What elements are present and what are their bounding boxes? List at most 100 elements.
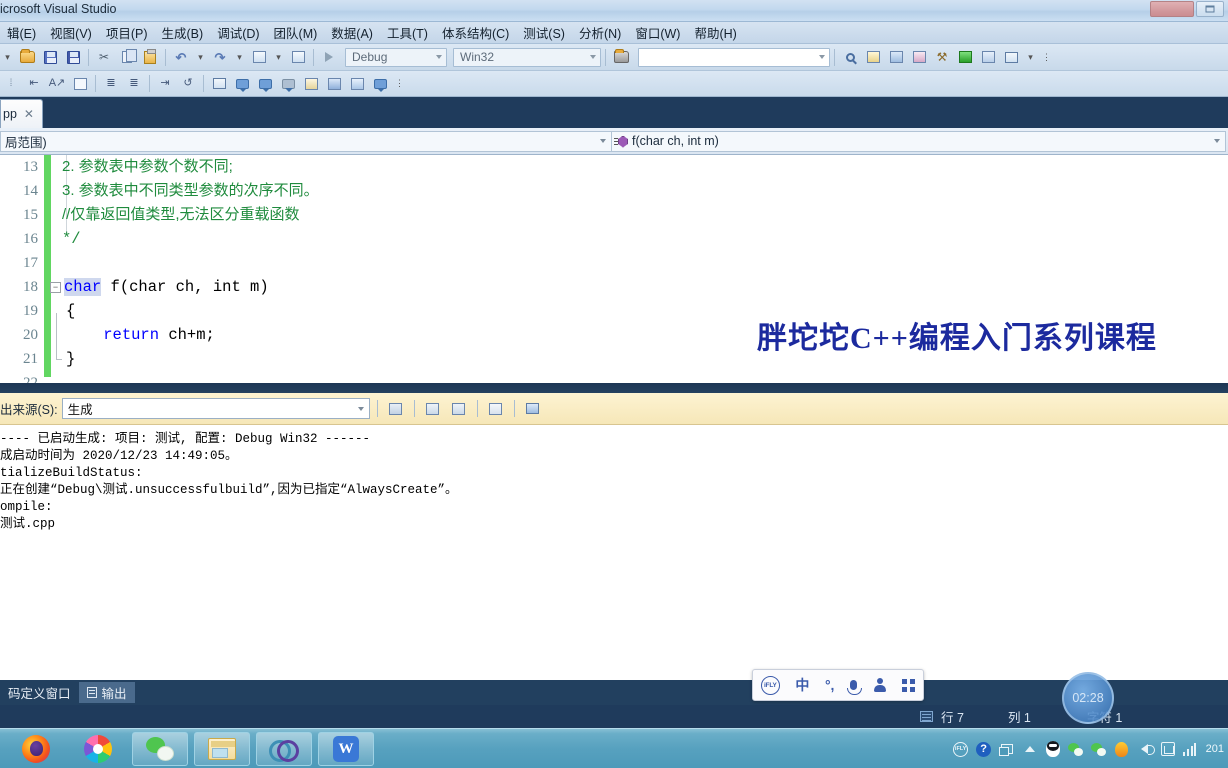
window-controls[interactable] [1150, 1, 1224, 17]
menu-item-build[interactable]: 生成(B) [155, 21, 211, 44]
redo-icon[interactable]: ↷ [209, 47, 231, 68]
copy-icon[interactable] [116, 47, 138, 68]
bookmark-window-icon[interactable] [300, 73, 322, 94]
object-browser-icon[interactable] [885, 47, 907, 68]
cut-icon[interactable]: ✂ [93, 47, 115, 68]
uncomment-selection-icon[interactable]: ≣ [123, 73, 145, 94]
pane-splitter[interactable] [0, 383, 1228, 393]
dock-tab-output[interactable]: 输出 [78, 682, 135, 703]
menu-item-edit[interactable]: 辑(E) [0, 21, 43, 44]
go-to-declaration-icon[interactable] [346, 73, 368, 94]
display-tabs-icon[interactable] [69, 73, 91, 94]
microphone-icon[interactable] [847, 680, 863, 695]
punctuation-mode-icon[interactable]: °, [825, 678, 835, 692]
go-to-definition-icon[interactable] [323, 73, 345, 94]
screen-recorder-timer[interactable]: 02:28 [1062, 672, 1114, 724]
menu-item-test[interactable]: 测试(S) [516, 21, 572, 44]
navigate-dropdown-icon[interactable]: ▾ [271, 47, 286, 68]
clear-bookmarks-icon[interactable] [277, 73, 299, 94]
taskbar-item-wps[interactable]: W [318, 732, 374, 766]
previous-bookmark-icon[interactable] [231, 73, 253, 94]
find-in-files-icon[interactable] [610, 47, 632, 68]
undo-dropdown-icon[interactable]: ▾ [193, 47, 208, 68]
toolbar-overflow-left-icon[interactable]: ▾ [0, 47, 15, 68]
open-file-icon[interactable] [16, 47, 38, 68]
menu-item-architecture[interactable]: 体系结构(C) [435, 21, 516, 44]
toggle-bookmark-icon[interactable] [208, 73, 230, 94]
tray-flame-icon[interactable] [1114, 741, 1130, 757]
ime-floating-toolbar[interactable]: iFLY 中 °, [752, 669, 924, 701]
menu-item-help[interactable]: 帮助(H) [687, 21, 743, 44]
next-bookmark-icon[interactable] [254, 73, 276, 94]
indent-icon[interactable]: ⇥ [154, 73, 176, 94]
text-toolbar-overflow-icon[interactable]: ⋮ [392, 73, 407, 94]
comment-selection-icon[interactable]: ≣ [100, 73, 122, 94]
taskbar-item-visual-studio[interactable] [256, 732, 312, 766]
taskbar-item-firefox[interactable] [8, 732, 64, 766]
restore-button[interactable] [1196, 1, 1224, 17]
tray-wechat-secondary-icon[interactable] [1091, 741, 1107, 757]
font-size-icon[interactable]: A↗ [46, 73, 68, 94]
new-window-icon[interactable] [977, 47, 999, 68]
redo-dropdown-icon[interactable]: ▾ [232, 47, 247, 68]
go-to-next-message-icon[interactable] [448, 398, 470, 419]
paste-icon[interactable] [139, 47, 161, 68]
dock-tab-code-definition[interactable]: 码定义窗口 [0, 682, 79, 703]
tray-signal-icon[interactable] [1183, 741, 1199, 757]
properties-window-icon[interactable] [862, 47, 884, 68]
output-source-combo[interactable]: 生成 [61, 398, 370, 419]
save-all-icon[interactable] [62, 47, 84, 68]
toolbar-overflow-icon[interactable]: ▾ [1023, 47, 1038, 68]
menu-item-data[interactable]: 数据(A) [324, 21, 380, 44]
save-icon[interactable] [39, 47, 61, 68]
tray-volume-icon[interactable] [1137, 741, 1156, 757]
menu-item-debug[interactable]: 调试(D) [210, 21, 266, 44]
output-pane[interactable]: ---- 已启动生成: 项目: 测试, 配置: Debug Win32 ----… [0, 425, 1228, 680]
taskbar-item-explorer[interactable] [194, 732, 250, 766]
ifly-logo-icon[interactable]: iFLY [760, 675, 780, 695]
decrease-indent-icon[interactable]: ⇤ [23, 73, 45, 94]
tray-ifly-icon[interactable]: iFLY [953, 741, 969, 757]
solution-explorer-icon[interactable] [839, 47, 861, 68]
tray-clock[interactable]: 201 [1206, 743, 1224, 755]
menu-item-analyze[interactable]: 分析(N) [572, 21, 628, 44]
document-tab-cpp[interactable]: pp ✕ [0, 99, 43, 128]
extension-manager-icon[interactable] [954, 47, 976, 68]
apps-grid-icon[interactable] [902, 678, 916, 692]
user-icon[interactable] [873, 678, 887, 692]
member-combo[interactable]: f(char ch, int m) [612, 130, 1226, 152]
command-window-icon[interactable] [1000, 47, 1022, 68]
solution-configuration-combo[interactable]: Debug [345, 47, 447, 67]
fold-collapse-icon[interactable]: − [50, 282, 61, 293]
solution-platform-combo[interactable]: Win32 [453, 47, 601, 67]
close-icon[interactable]: ✕ [24, 107, 34, 121]
tray-window-icon[interactable] [998, 741, 1015, 757]
clear-all-icon[interactable] [485, 398, 507, 419]
navigate-forward-icon[interactable] [287, 47, 309, 68]
taskbar-item-wechat[interactable] [132, 732, 188, 766]
menu-item-tools[interactable]: 工具(T) [380, 21, 435, 44]
scope-combo[interactable]: 局范围) [0, 130, 612, 152]
toolbox-icon[interactable] [908, 47, 930, 68]
tray-wechat-icon[interactable] [1068, 741, 1084, 757]
chinese-mode-icon[interactable]: 中 [795, 678, 809, 692]
remove-breakpoint-icon[interactable] [369, 73, 391, 94]
toggle-word-wrap-icon[interactable] [522, 398, 544, 419]
tray-help-icon[interactable]: ? [976, 741, 992, 757]
undo-indent-icon[interactable]: ↺ [177, 73, 199, 94]
find-combo-input[interactable] [638, 47, 830, 67]
menu-item-window[interactable]: 窗口(W) [628, 21, 687, 44]
tray-network-icon[interactable] [1160, 741, 1176, 757]
menu-item-team[interactable]: 团队(M) [267, 21, 325, 44]
tray-show-hidden-icon[interactable] [1022, 741, 1038, 757]
toolbar-options-icon[interactable]: ⋮ [1039, 47, 1054, 68]
tools-options-icon[interactable]: ⚒ [931, 47, 953, 68]
taskbar-item-chrome[interactable] [70, 732, 126, 766]
menu-item-project[interactable]: 项目(P) [99, 21, 155, 44]
go-to-previous-message-icon[interactable] [422, 398, 444, 419]
navigate-backward-icon[interactable] [248, 47, 270, 68]
close-button[interactable] [1150, 1, 1194, 17]
tray-qq-icon[interactable] [1045, 741, 1061, 757]
start-debug-icon[interactable] [318, 47, 340, 68]
find-message-icon[interactable] [385, 398, 407, 419]
